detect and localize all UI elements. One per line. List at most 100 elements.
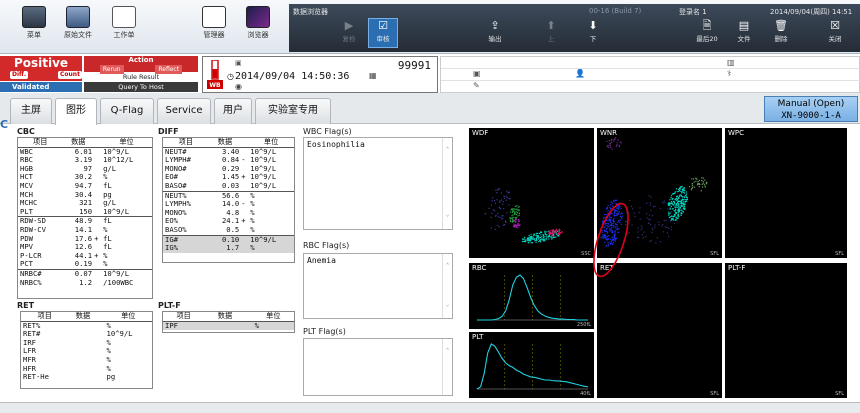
scatter-point (700, 190, 702, 192)
scatter-point (616, 142, 618, 144)
scatter-point (670, 201, 672, 203)
scatter-point (648, 218, 650, 221)
scatter-point (627, 213, 629, 215)
query-to-host-button[interactable]: Query To Host (84, 82, 198, 92)
histogram-curve (477, 274, 588, 321)
manager-button[interactable]: 管理器 (194, 6, 234, 40)
scatter-point (535, 232, 537, 235)
scatter-point (638, 237, 640, 239)
scatter-point (556, 228, 558, 230)
last20-button[interactable]: 🗎 最后20 (692, 19, 722, 43)
count-tag: Count (58, 71, 82, 79)
delete-button[interactable]: 🗑 删除 (766, 19, 796, 43)
cell-value (68, 365, 97, 374)
folder-icon: ▤ (738, 19, 750, 32)
scatter-point (509, 218, 512, 220)
scatter-point (544, 233, 546, 235)
scatter-point (552, 235, 554, 237)
up-button[interactable]: ⬆ 上 (536, 19, 566, 43)
scatter-point (669, 199, 671, 201)
close-button[interactable]: ☒ 关闭 (820, 19, 850, 43)
scatter-point (701, 177, 703, 179)
scatter-point (650, 209, 652, 211)
scatter-point (546, 231, 548, 233)
raw-file-button[interactable]: 原始文件 (58, 6, 98, 40)
scatter-point (684, 201, 686, 203)
rbc-flags-scrollbar[interactable]: ⌃ ⌄ (442, 254, 452, 318)
scatter-point (676, 191, 678, 193)
wnr-scattergram: WNR SFL (597, 128, 722, 258)
cell-flag (94, 156, 101, 165)
scatter-point (488, 207, 490, 209)
tube-icon: WB (207, 59, 223, 89)
scatter-point (517, 212, 519, 214)
scatter-point (552, 236, 554, 238)
scatter-point (678, 204, 680, 206)
scatter-point (617, 221, 619, 223)
cell-item: BASO# (165, 180, 187, 190)
scatter-point (701, 183, 703, 185)
tab-lab[interactable]: 实验室专用 (255, 98, 331, 124)
tab-graphs[interactable]: 图形 (55, 98, 97, 125)
browser-button[interactable]: 浏览器 (238, 6, 278, 40)
scatter-point (681, 210, 683, 212)
tab-user[interactable]: 用户 (214, 98, 252, 124)
close-icon: ☒ (830, 19, 840, 32)
menu-button[interactable]: 菜单 (14, 6, 54, 40)
wbc-flags-list[interactable]: Eosinophilia ⌃ ⌄ (303, 137, 453, 230)
cell-flag (245, 321, 253, 331)
cell-item: IPF (163, 321, 205, 331)
scatter-point (512, 221, 515, 223)
scatter-point (612, 241, 615, 243)
scatter-point (494, 228, 496, 230)
cell-unit: 10^9/L (250, 180, 277, 190)
scatter-point (503, 208, 505, 210)
scatter-point (496, 199, 498, 201)
file-menu-button[interactable]: ▤ 文件 (729, 19, 759, 43)
scatter-point (682, 198, 684, 200)
wbc-flags-scrollbar[interactable]: ⌃ ⌄ (442, 138, 452, 229)
tab-qflag[interactable]: Q-Flag (100, 98, 154, 124)
scatter-point (668, 213, 670, 215)
output-button[interactable]: ⇪ 输出 (480, 19, 510, 43)
tab-main[interactable]: 主屏 (10, 98, 52, 124)
scatter-point (499, 200, 501, 202)
scatter-point (702, 182, 704, 184)
scatter-point (508, 198, 510, 200)
cell-flag (94, 147, 101, 156)
scatter-point (498, 226, 500, 228)
scatter-point (611, 148, 613, 150)
plt-flags-list[interactable]: ⌃ (303, 338, 453, 396)
scatter-point (535, 241, 537, 243)
scatter-point (539, 237, 541, 239)
tab-service[interactable]: Service (157, 98, 211, 124)
cell-value (204, 321, 246, 331)
recheck-button[interactable]: ▶ 复检 (334, 19, 364, 43)
scatter-point (665, 220, 667, 222)
scatter-point (605, 230, 607, 232)
worksheet-button[interactable]: 工作单 (104, 6, 144, 40)
rbc-flags-list[interactable]: Anemia ⌃ ⌄ (303, 253, 453, 319)
scatter-point (669, 212, 671, 214)
validate-button[interactable]: ☑ 审核 (368, 18, 398, 48)
scatter-point (678, 190, 680, 192)
scatter-point (616, 226, 618, 228)
scatter-point (619, 141, 621, 143)
scatter-point (503, 197, 506, 199)
user-label: 登录名 1 (679, 8, 707, 16)
scatter-point (668, 227, 670, 229)
scatter-point (609, 230, 611, 232)
scatter-point (695, 180, 697, 182)
scatter-point (524, 240, 526, 243)
scatter-point (684, 202, 686, 204)
scatter-point (671, 199, 673, 201)
plt-flags-scrollbar[interactable]: ⌃ (442, 339, 452, 395)
scatter-point (538, 232, 540, 235)
scatter-point (543, 239, 545, 241)
cell-unit: % (103, 250, 108, 260)
scatter-point (490, 216, 492, 218)
down-button[interactable]: ⬇ 下 (578, 19, 608, 43)
rbc-histogram: RBC 250fL (469, 263, 594, 329)
scatter-point (680, 214, 682, 217)
scatter-point (637, 227, 639, 229)
